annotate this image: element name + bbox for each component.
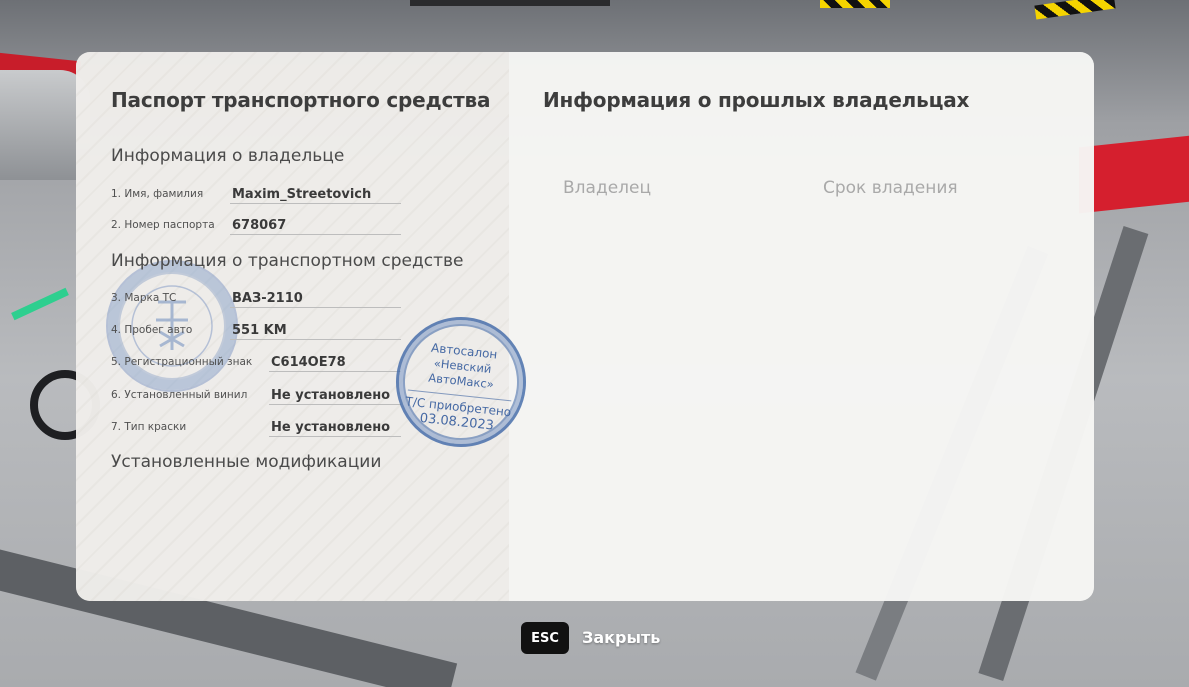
underline [230, 339, 401, 340]
field-label: 7. Тип краски [111, 421, 187, 433]
red-curb [1079, 132, 1189, 214]
field-label: 5. Регистрационный знак [111, 356, 253, 368]
field-mileage: 4. Пробег авто 551 KM [111, 316, 401, 340]
underline [269, 436, 401, 437]
underline [269, 404, 401, 405]
underline [230, 234, 401, 235]
underline [269, 371, 401, 372]
field-label: 3. Марка ТС [111, 292, 177, 304]
scene-object [410, 0, 610, 6]
vehicle-section-heading: Информация о транспортном средстве [111, 251, 464, 271]
esc-key-button[interactable]: ESC [521, 622, 569, 654]
field-paint-type: 7. Тип краски Не установлено [111, 413, 401, 437]
field-passport-number: 2. Номер паспорта 678067 [111, 211, 401, 235]
underline [230, 307, 401, 308]
passport-title: Паспорт транспортного средства [111, 88, 491, 112]
field-value: ВАЗ-2110 [232, 291, 303, 306]
field-value: Не установлено [271, 388, 391, 403]
field-value: С614ОЕ78 [271, 355, 346, 370]
column-header-ownership-period: Срок владения [823, 178, 958, 198]
field-label: 6. Установленный винил [111, 389, 248, 401]
field-value: Не установлено [271, 420, 391, 435]
field-value: 678067 [232, 218, 287, 233]
field-value: 551 KM [232, 323, 287, 338]
field-vehicle-brand: 3. Марка ТС ВАЗ-2110 [111, 284, 401, 308]
field-value: Maxim_Streetovich [232, 187, 372, 202]
field-label: 4. Пробег авто [111, 324, 193, 336]
field-vinyl: 6. Установленный винил Не установлено [111, 381, 401, 405]
owner-section-heading: Информация о владельце [111, 146, 345, 166]
mods-section-heading: Установленные модификации [111, 452, 382, 472]
previous-owners-title: Информация о прошлых владельцах [543, 88, 970, 112]
field-registration-plate: 5. Регистрационный знак С614ОЕ78 [111, 348, 401, 372]
column-header-owner: Владелец [563, 178, 652, 198]
hazard-barrier [820, 0, 890, 8]
field-label: 1. Имя, фамилия [111, 188, 204, 200]
underline [230, 203, 401, 204]
passport-right-page [509, 52, 1094, 601]
vehicle-passport-panel: Паспорт транспортного средства Информаци… [76, 52, 1094, 601]
close-button-label[interactable]: Закрыть [582, 628, 660, 647]
field-owner-name: 1. Имя, фамилия Maxim_Streetovich [111, 180, 401, 204]
field-label: 2. Номер паспорта [111, 219, 215, 231]
